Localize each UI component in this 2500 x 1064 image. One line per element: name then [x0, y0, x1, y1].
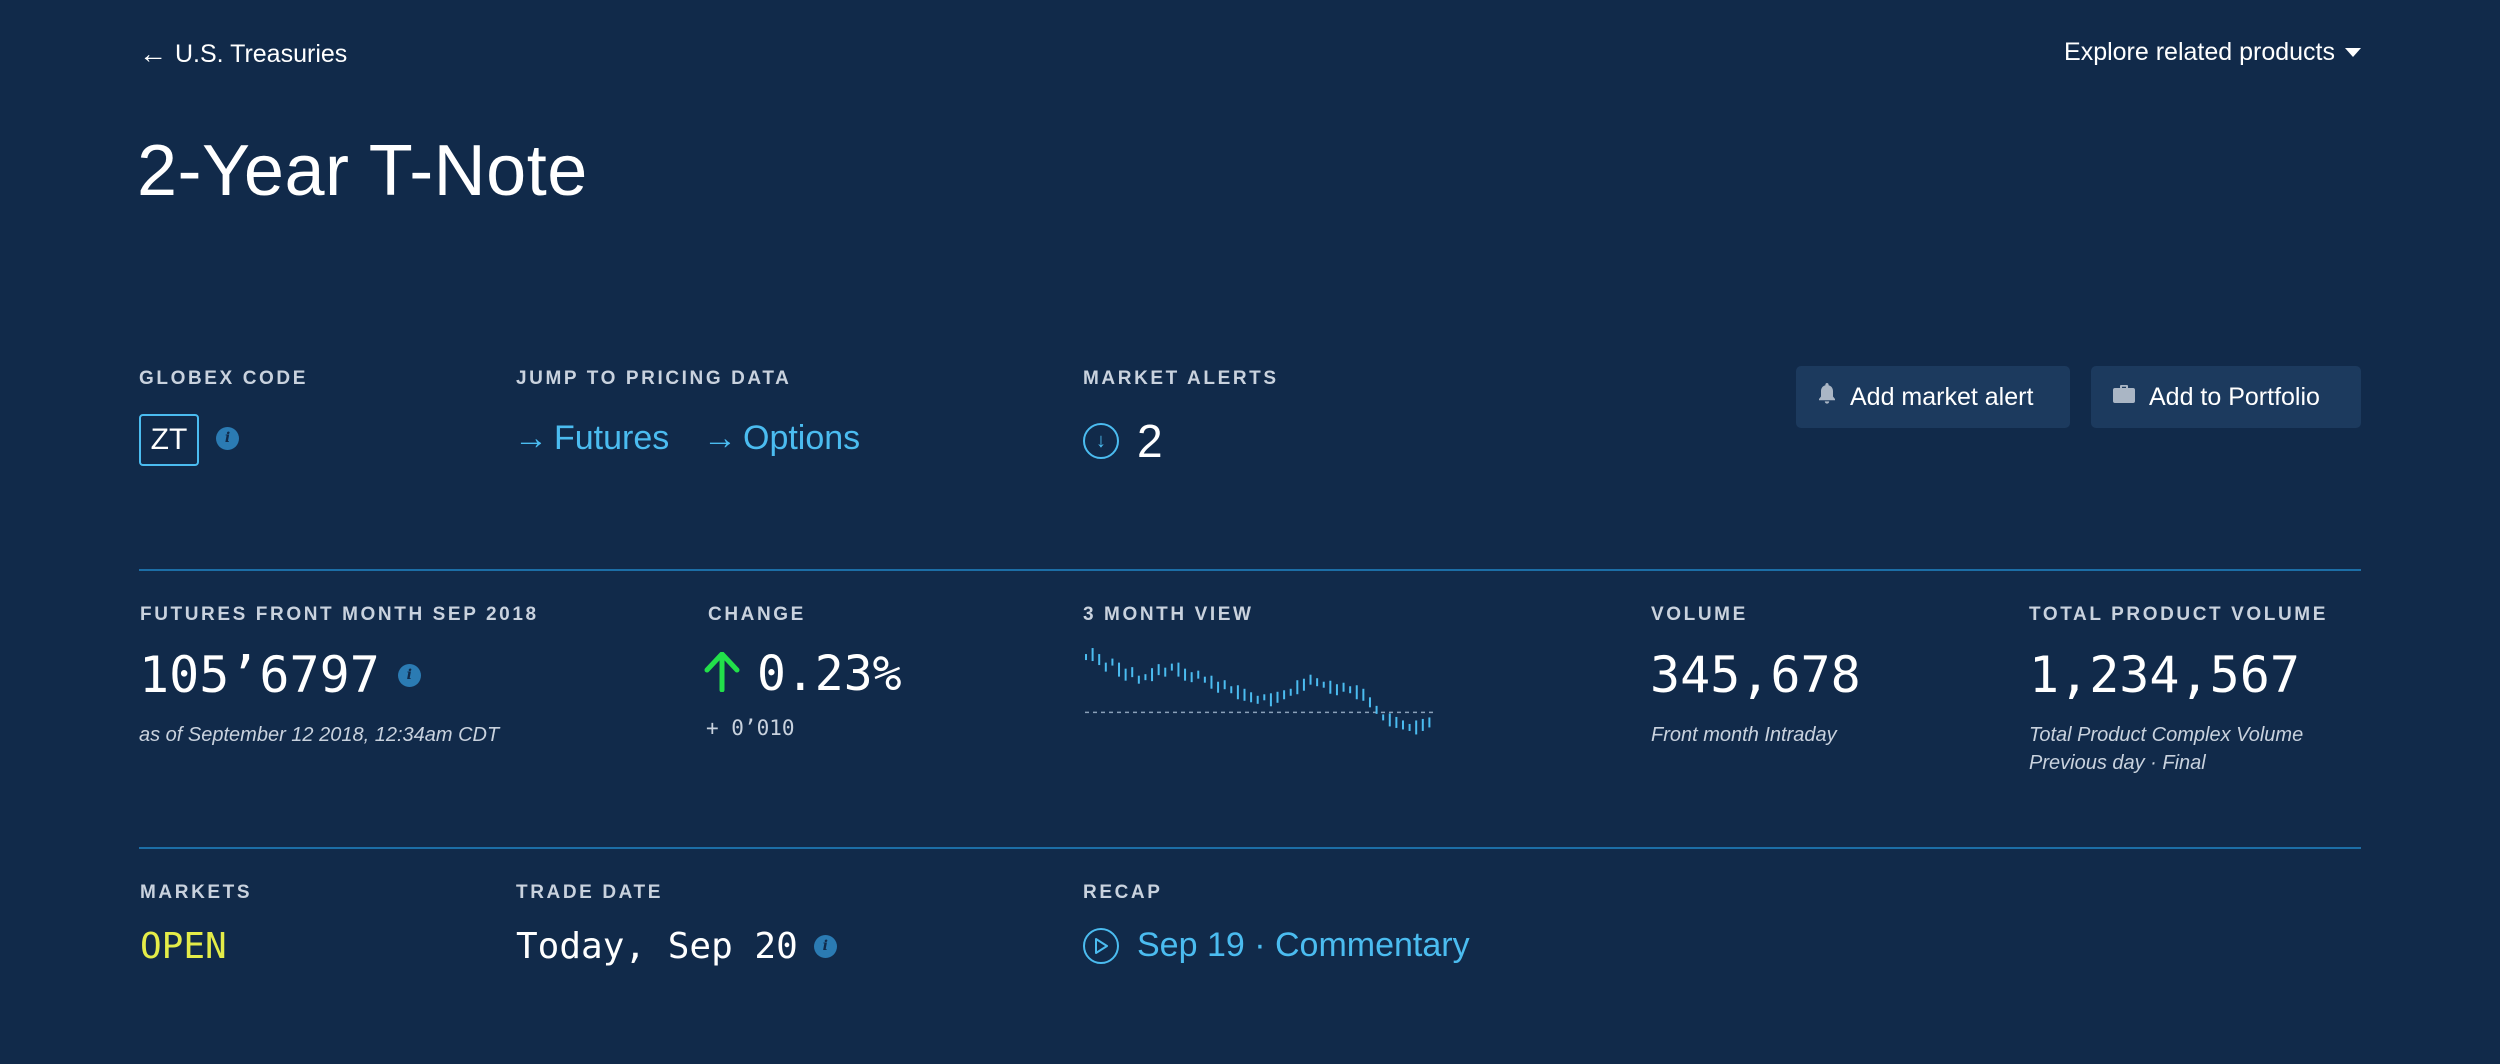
change-row: 0.23% — [703, 646, 902, 702]
back-link[interactable]: ← U.S. Treasuries — [139, 38, 347, 70]
explore-related-label: Explore related products — [2064, 38, 2335, 66]
page-title: 2-Year T-Note — [137, 131, 588, 211]
markets-label: MARKETS — [140, 882, 253, 903]
caret-down-icon — [2345, 48, 2361, 57]
globex-code-value: ZT — [150, 423, 188, 456]
arrow-up-icon — [703, 651, 741, 697]
section-divider — [139, 847, 2361, 849]
total-product-volume-value: 1,234,567 — [2029, 646, 2300, 704]
add-market-alert-label: Add market alert — [1850, 382, 2034, 411]
market-alerts-label: MARKET ALERTS — [1083, 368, 1279, 389]
back-link-label: U.S. Treasuries — [175, 39, 348, 68]
change-percent: 0.23% — [757, 646, 902, 702]
three-month-view-label: 3 MONTH VIEW — [1083, 604, 1254, 625]
recap-link-label: Sep 19 · Commentary — [1137, 926, 1470, 964]
trade-date-row: Today, Sep 20 i — [516, 926, 837, 967]
trade-date-label: TRADE DATE — [516, 882, 664, 903]
add-to-portfolio-button[interactable]: Add to Portfolio — [2091, 366, 2361, 428]
globex-code-badge: ZT — [139, 414, 199, 466]
volume-label: VOLUME — [1651, 604, 1748, 625]
section-divider — [139, 569, 2361, 571]
total-product-volume-note-2: Previous day · Final — [2029, 752, 2206, 774]
arrow-right-icon: → — [514, 419, 548, 457]
arrow-left-icon: ← — [139, 38, 167, 69]
total-product-volume-label: TOTAL PRODUCT VOLUME — [2029, 604, 2328, 625]
options-link-label: Options — [743, 419, 861, 457]
futures-price-info-icon[interactable]: i — [397, 663, 421, 687]
play-circle-icon — [1083, 927, 1119, 964]
jump-pricing-label: JUMP TO PRICING DATA — [516, 368, 792, 389]
market-alerts-count: 2 — [1137, 415, 1163, 467]
futures-link-label: Futures — [554, 419, 670, 457]
futures-price-row: 105’6797 i — [139, 646, 421, 704]
globex-info-icon[interactable]: i — [216, 427, 239, 450]
recap-label: RECAP — [1083, 882, 1163, 903]
trade-date-info-icon[interactable]: i — [813, 935, 837, 958]
futures-price: 105’6797 — [139, 646, 380, 704]
volume-note: Front month Intraday — [1651, 724, 1837, 746]
briefcase-icon — [2113, 385, 2135, 409]
market-alerts-toggle[interactable]: ↓ 2 — [1083, 414, 1163, 468]
explore-related-dropdown[interactable]: Explore related products — [2064, 38, 2361, 67]
recap-link[interactable]: Sep 19 · Commentary — [1083, 926, 1470, 965]
options-link[interactable]: → Options — [703, 419, 860, 458]
change-label: CHANGE — [708, 604, 806, 625]
futures-asof: as of September 12 2018, 12:34am CDT — [139, 724, 500, 746]
volume-value: 345,678 — [1650, 646, 1861, 704]
arrow-right-icon: → — [703, 419, 737, 457]
trade-date-value: Today, Sep 20 — [516, 926, 798, 967]
bell-icon — [1818, 383, 1836, 411]
globex-code-label: GLOBEX CODE — [139, 368, 309, 389]
futures-front-month-label: FUTURES FRONT MONTH SEP 2018 — [140, 604, 539, 625]
futures-link[interactable]: → Futures — [514, 419, 669, 458]
three-month-sparkline — [1085, 648, 1433, 735]
markets-status: OPEN — [140, 926, 227, 967]
add-market-alert-button[interactable]: Add market alert — [1796, 366, 2070, 428]
total-product-volume-note-1: Total Product Complex Volume — [2029, 724, 2304, 746]
add-to-portfolio-label: Add to Portfolio — [2149, 382, 2320, 411]
arrow-down-circle-icon: ↓ — [1083, 423, 1119, 459]
change-delta: + 0’010 — [706, 716, 795, 740]
